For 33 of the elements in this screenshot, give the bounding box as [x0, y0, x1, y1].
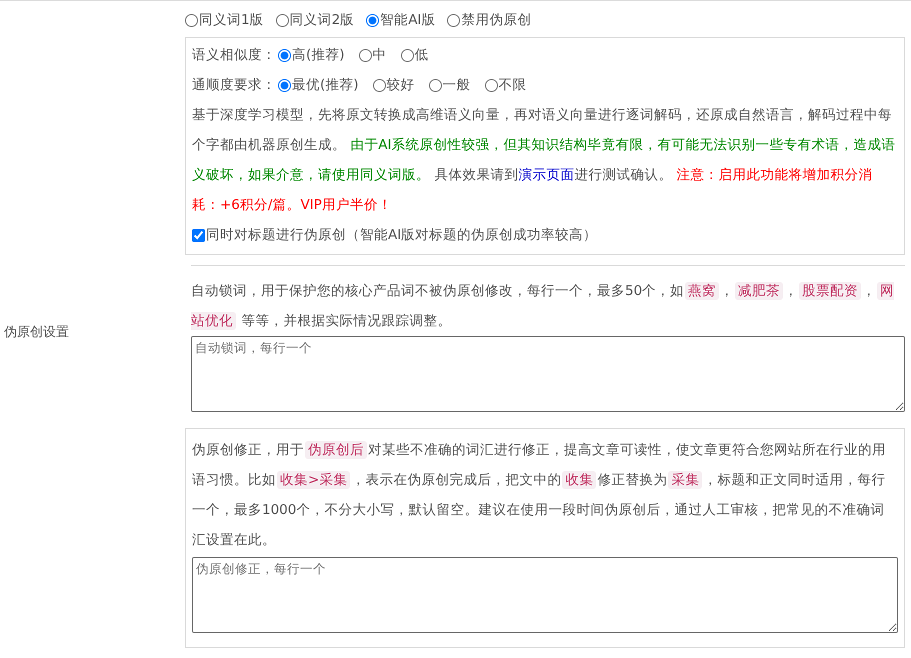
radio-button[interactable] — [400, 48, 414, 62]
checkbox-label[interactable]: 同时对标题进行伪原创（智能AI版对标题的伪原创成功率较高） — [206, 226, 598, 244]
radio-label[interactable]: 较好 — [386, 76, 415, 94]
radio-label[interactable]: 一般 — [442, 76, 471, 94]
radio-label[interactable]: 智能AI版 — [380, 11, 436, 29]
radio-label[interactable]: 高(推荐) — [292, 46, 345, 64]
radio-label[interactable]: 最优(推荐) — [292, 76, 359, 94]
radio-button[interactable] — [372, 78, 386, 92]
radio-label[interactable]: 同义词1版 — [199, 11, 264, 29]
radio-button[interactable] — [358, 48, 372, 62]
radio-button[interactable] — [428, 78, 442, 92]
radio-label[interactable]: 低 — [414, 46, 429, 64]
radio-button[interactable] — [278, 78, 291, 92]
radio-label[interactable]: 不限 — [498, 76, 527, 94]
description-text: 伪原创修正，用于 伪原创后 对某些不准确的词汇进行修正，提高文章可读性，使文章更符合您网站所在行业的用语习惯。比如 收集>采集 ，表示在伪原创完成后，把文中的 收集 修正替换为 采集 ，标题和正文同时适用，每行一个，最多1000个，不分大小写，默认留空。建议在使用一段时间伪原创后，通过人工审核，把常见的不准确词汇设置在此。 — [192, 440, 887, 550]
description-text: 基于深度学习模型，先将原文转换成高维语义向量，再对语义向量进行逐词解码，还原成自然语言，解码过程中每个字都由机器原创生成。 由于AI系统原创性较强，但其知识结构毕竟有限，有可能无法识别一些专有术语，造成语义破坏，如果介意，请使用同义词版。 具体效果请到演示页面进行测试确认。 注意：启用此功能将增加积分消耗：+6积分/篇。VIP用户半价！ — [192, 106, 897, 215]
lock-words-field[interactable]: 自动锁词，每行一个 — [191, 336, 905, 412]
section-label: 伪原创设置 — [3, 324, 70, 340]
setting-label: 通顺度要求： — [192, 76, 276, 94]
radio-button[interactable] — [185, 14, 198, 26]
radio-button[interactable] — [447, 14, 460, 26]
radio-button[interactable] — [276, 14, 289, 26]
checkbox[interactable] — [192, 228, 205, 242]
radio-label[interactable]: 禁用伪原创 — [461, 11, 532, 29]
radio-label[interactable]: 同义词2版 — [290, 11, 354, 29]
description-text: 自动锁词，用于保护您的核心产品词不被伪原创修改，每行一个，最多50个，如 燕窝 ， 减肥茶 ， 股票配资 ， 网站优化 等等，并根据实际情况跟踪调整。 — [191, 281, 896, 332]
setting-label: 语义相似度： — [192, 46, 276, 64]
radio-button[interactable] — [366, 14, 380, 26]
radio-button[interactable] — [278, 48, 291, 62]
demo-page-link[interactable]: 演示页面 — [518, 167, 574, 183]
radio-label[interactable]: 中 — [372, 46, 387, 64]
correction-field[interactable]: 伪原创修正，每行一个 — [192, 557, 898, 633]
radio-button[interactable] — [484, 78, 498, 92]
